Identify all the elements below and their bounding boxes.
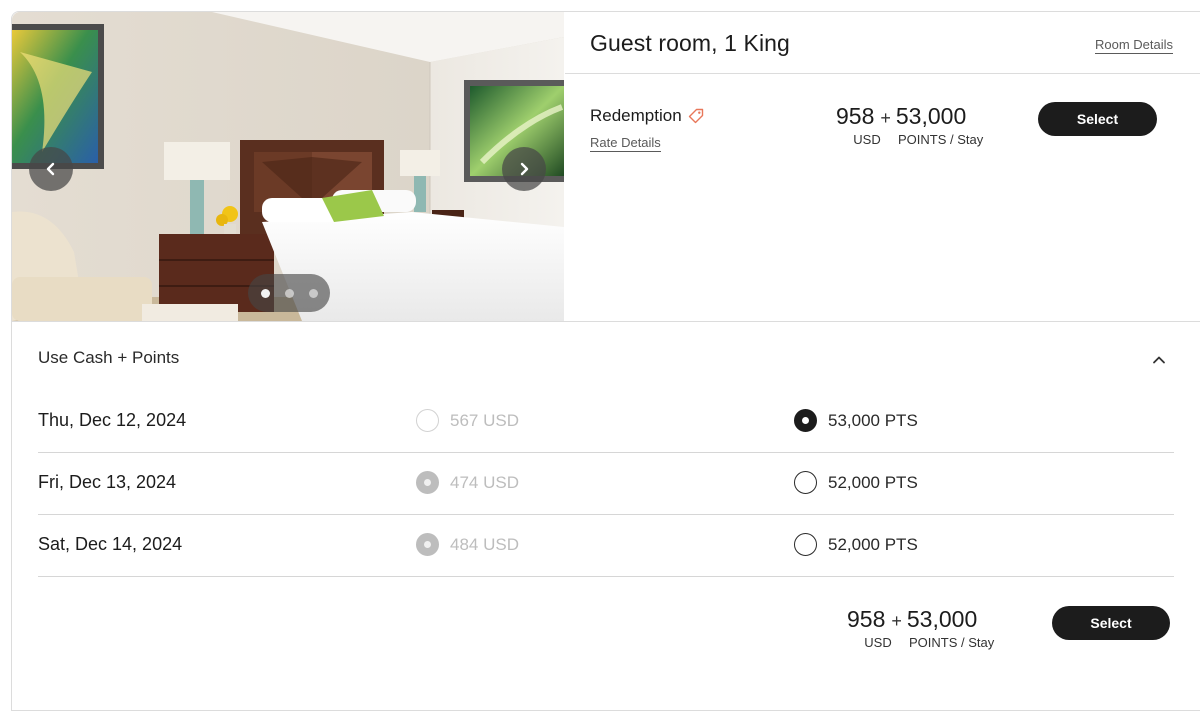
total-points-unit: POINTS / Stay: [909, 635, 995, 650]
room-header: Guest room, 1 King Room Details: [565, 12, 1200, 74]
rate-row: Redemption Rate Details 958 + 53,000 USD…: [565, 75, 1200, 321]
next-photo-button[interactable]: [502, 147, 546, 191]
points-label: 52,000 PTS: [828, 534, 918, 554]
cash-radio[interactable]: [416, 409, 439, 432]
cash-label: 567 USD: [450, 410, 519, 430]
carousel-dot[interactable]: [284, 288, 294, 298]
rate-details-link[interactable]: Rate Details: [590, 135, 661, 152]
rate-name-label: Redemption: [590, 106, 682, 125]
points-label: 53,000 PTS: [828, 410, 918, 430]
rate-name: Redemption: [590, 106, 704, 126]
panel-title: Use Cash + Points: [38, 348, 180, 367]
room-rate-card: Guest room, 1 King Room Details Redempti…: [11, 11, 1200, 711]
cash-option[interactable]: 484 USD: [416, 533, 519, 556]
cash-points-panel: Use Cash + Points Thu, Dec 12, 2024 567 …: [12, 321, 1200, 661]
points-option[interactable]: 52,000 PTS: [794, 471, 918, 494]
night-date: Sat, Dec 14, 2024: [38, 534, 183, 554]
points-radio[interactable]: [794, 533, 817, 556]
night-row: Sat, Dec 14, 2024 484 USD 52,000 PTS: [38, 515, 1174, 577]
select-total-button[interactable]: Select: [1052, 606, 1170, 640]
cash-unit: USD: [853, 132, 881, 147]
total-price: 958 + 53,000 USD POINTS / Stay: [847, 606, 994, 650]
night-row: Thu, Dec 12, 2024 567 USD 53,000 PTS: [38, 391, 1174, 453]
carousel-dot[interactable]: [308, 288, 318, 298]
previous-photo-button[interactable]: [29, 147, 73, 191]
select-rate-button[interactable]: Select: [1038, 102, 1157, 136]
room-details-link[interactable]: Room Details: [1095, 37, 1174, 54]
cash-radio[interactable]: [416, 533, 439, 556]
points-amount: 53,000: [895, 103, 967, 129]
points-unit: POINTS / Stay: [898, 132, 984, 147]
rate-price: 958 + 53,000 USD POINTS / Stay: [836, 103, 983, 147]
carousel-indicator: [248, 274, 330, 312]
chevron-right-icon: [520, 162, 529, 176]
cash-amount: 958: [836, 103, 875, 129]
cash-label: 484 USD: [450, 534, 519, 554]
night-row: Fri, Dec 13, 2024 474 USD 52,000 PTS: [38, 453, 1174, 515]
points-radio[interactable]: [794, 471, 817, 494]
points-option[interactable]: 52,000 PTS: [794, 533, 918, 556]
points-label: 52,000 PTS: [828, 472, 918, 492]
carousel-dot[interactable]: [260, 288, 270, 298]
room-title: Guest room, 1 King: [590, 30, 790, 56]
points-radio[interactable]: [794, 409, 817, 432]
cash-option[interactable]: 567 USD: [416, 409, 519, 432]
chevron-left-icon: [46, 162, 55, 176]
room-photo-carousel[interactable]: [12, 12, 564, 321]
night-date: Thu, Dec 12, 2024: [38, 410, 187, 430]
chevron-up-icon[interactable]: [1151, 352, 1167, 368]
cash-option[interactable]: 474 USD: [416, 471, 519, 494]
total-cash-amount: 958: [847, 606, 886, 632]
plus-sign: +: [880, 108, 891, 128]
points-option[interactable]: 53,000 PTS: [794, 409, 918, 432]
tag-icon[interactable]: [688, 108, 704, 124]
total-points-amount: 53,000: [906, 606, 978, 632]
plus-sign: +: [891, 611, 902, 631]
night-date: Fri, Dec 13, 2024: [38, 472, 177, 492]
total-cash-unit: USD: [864, 635, 892, 650]
cash-label: 474 USD: [450, 472, 519, 492]
cash-radio[interactable]: [416, 471, 439, 494]
